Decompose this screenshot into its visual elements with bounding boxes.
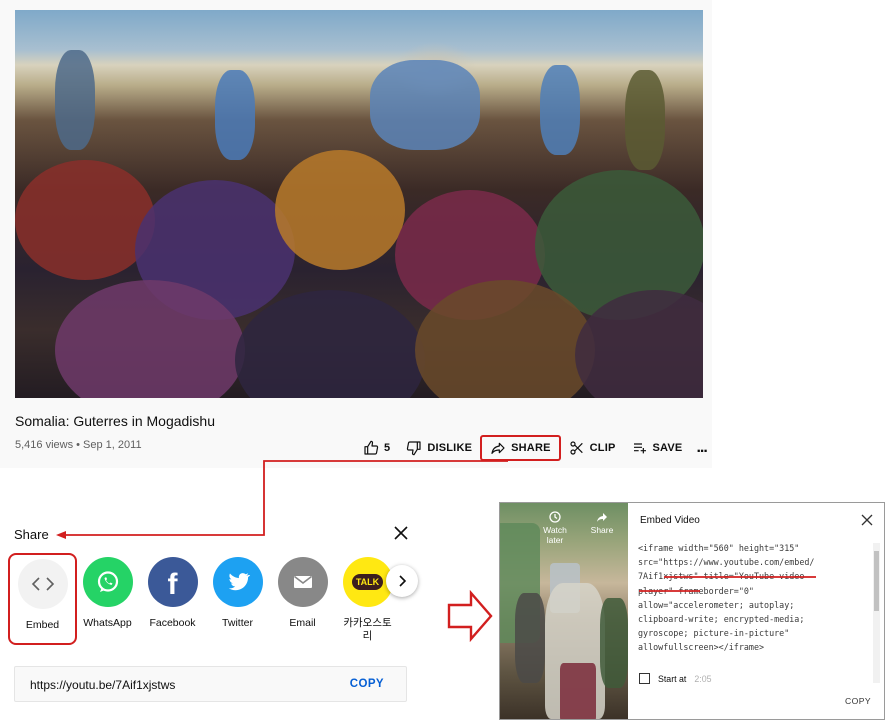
- share-dialog-title: Share: [14, 527, 49, 542]
- embed-code-line: allow="accelerometer; autoplay;: [638, 599, 795, 610]
- crowd-shape: [235, 290, 425, 398]
- whatsapp-icon: [82, 557, 133, 607]
- share-control-label: Share: [590, 525, 614, 535]
- share-embed[interactable]: Embed: [8, 553, 77, 645]
- scene-shape: [600, 598, 628, 688]
- embed-code-line: gyroscope; picture-in-picture": [638, 628, 790, 639]
- share-url[interactable]: https://youtu.be/7Aif1xjstws: [30, 678, 175, 692]
- share-arrow-icon: [491, 442, 505, 454]
- share-whatsapp-label: WhatsApp: [83, 617, 132, 629]
- dislike-label: DISLIKE: [427, 442, 473, 454]
- thumbs-up-icon: [364, 440, 379, 455]
- embed-code-line: player" frameborder="0": [638, 585, 754, 596]
- share-label: SHARE: [511, 442, 551, 454]
- dislike-button[interactable]: DISLIKE: [398, 437, 480, 459]
- close-icon[interactable]: [391, 523, 411, 543]
- start-at-time[interactable]: 2:05: [694, 674, 711, 684]
- scene-shape: [560, 663, 596, 719]
- video-panel: Somalia: Guterres in Mogadishu 5,416 vie…: [0, 0, 712, 468]
- share-kakaostory[interactable]: TALK 카카오스토리: [335, 553, 400, 645]
- embed-preview-video[interactable]: Watch later Share: [500, 503, 628, 719]
- embed-code-line: src="https://www.youtube.com/embed/: [638, 557, 815, 568]
- embed-video-panel: Watch later Share Embed Video <iframe wi…: [499, 502, 885, 720]
- crowd-shape: [55, 50, 95, 150]
- copy-url-button[interactable]: COPY: [350, 678, 384, 690]
- share-facebook-label: Facebook: [149, 617, 196, 629]
- right-arrow-icon: [447, 590, 493, 642]
- crowd-shape: [15, 160, 155, 280]
- clock-icon: [549, 511, 561, 523]
- embed-code-textarea[interactable]: <iframe width="560" height="315" src="htt…: [638, 541, 876, 665]
- video-title: Somalia: Guterres in Mogadishu: [15, 413, 215, 429]
- share-whatsapp[interactable]: WhatsApp: [75, 553, 140, 645]
- playlist-add-icon: [633, 443, 646, 454]
- crowd-shape: [275, 150, 405, 270]
- scissors-icon: [570, 441, 583, 455]
- share-url-box: https://youtu.be/7Aif1xjstws COPY: [14, 666, 407, 702]
- email-icon: [277, 557, 328, 607]
- embed-code-line: allowfullscreen></iframe>: [638, 642, 765, 653]
- embed-copy-button[interactable]: COPY: [845, 696, 871, 706]
- kakaotalk-icon: TALK: [342, 557, 393, 607]
- kakao-badge: TALK: [351, 574, 384, 590]
- share-email-label: Email: [289, 617, 316, 629]
- share-targets: Embed WhatsApp f Facebook Twitter Email …: [8, 553, 400, 645]
- share-twitter[interactable]: Twitter: [205, 553, 270, 645]
- embed-code-line: clipboard-write; encrypted-media;: [638, 614, 805, 625]
- share-email[interactable]: Email: [270, 553, 335, 645]
- save-button[interactable]: SAVE: [624, 437, 691, 459]
- crowd-shape: [370, 60, 480, 150]
- video-actions: 5 DISLIKE SHARE CLIP SAVE ...: [355, 435, 713, 461]
- share-next-button[interactable]: [386, 565, 418, 597]
- embed-code-line: <iframe width="560" height="315": [638, 543, 800, 553]
- twitter-icon: [212, 557, 263, 607]
- chevron-right-icon: [399, 575, 407, 587]
- thumbs-down-icon: [407, 441, 421, 456]
- start-at-checkbox[interactable]: [639, 673, 650, 684]
- crowd-shape: [625, 70, 665, 170]
- share-facebook[interactable]: f Facebook: [140, 553, 205, 645]
- share-arrow-icon: [597, 513, 607, 522]
- share-twitter-label: Twitter: [222, 617, 253, 629]
- scene-shape: [515, 593, 545, 683]
- video-meta: 5,416 views • Sep 1, 2011: [15, 439, 142, 451]
- embed-icon: [17, 559, 68, 609]
- embed-panel-title: Embed Video: [640, 515, 700, 526]
- crowd-shape: [540, 65, 580, 155]
- like-count: 5: [384, 442, 391, 454]
- facebook-icon: f: [147, 557, 198, 607]
- watch-later-label: Watch later: [543, 525, 567, 545]
- clip-button[interactable]: CLIP: [561, 437, 624, 459]
- share-control[interactable]: Share: [582, 511, 622, 535]
- save-label: SAVE: [652, 442, 683, 454]
- start-at-label: Start at: [658, 673, 687, 684]
- watch-later-control[interactable]: Watch later: [535, 511, 575, 545]
- start-at-row: Start at 2:05: [639, 673, 711, 684]
- embed-code-line: 7Aif1xjstws" title="YouTube video: [638, 571, 805, 582]
- share-kakaostory-label: 카카오스토리: [343, 617, 392, 642]
- video-player[interactable]: [15, 10, 703, 398]
- scroll-thumb[interactable]: [874, 551, 879, 611]
- more-options-button[interactable]: ...: [690, 437, 712, 459]
- crowd-shape: [215, 70, 255, 160]
- like-button[interactable]: 5: [355, 437, 398, 459]
- share-button[interactable]: SHARE: [480, 435, 561, 461]
- close-icon[interactable]: [860, 513, 874, 527]
- share-embed-label: Embed: [25, 619, 60, 631]
- embed-code-scrollbar[interactable]: [873, 543, 880, 683]
- clip-label: CLIP: [589, 442, 616, 454]
